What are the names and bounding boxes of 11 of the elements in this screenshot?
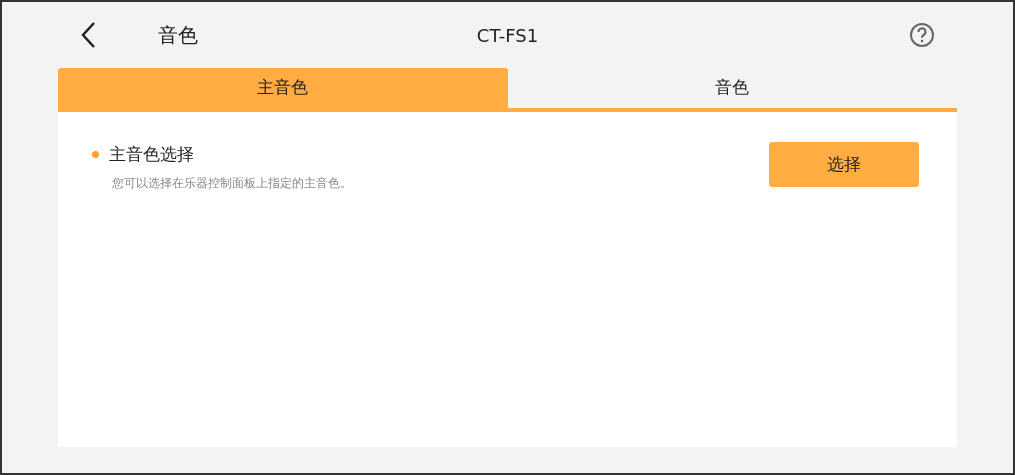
setting-title: 主音色选择 — [109, 143, 194, 166]
device-name: CT-FS1 — [476, 23, 539, 48]
tab[interactable]: 主音色 — [58, 68, 508, 108]
page-title: 音色 — [158, 22, 198, 49]
help-button[interactable] — [909, 22, 935, 48]
select-button[interactable]: 选择 — [769, 142, 919, 187]
tab[interactable]: 音色 — [507, 68, 957, 108]
setting-description: 您可以选择在乐器控制面板上指定的主音色。 — [112, 174, 353, 192]
help-icon — [909, 22, 935, 48]
bullet-icon — [92, 151, 99, 159]
back-icon — [80, 21, 96, 49]
